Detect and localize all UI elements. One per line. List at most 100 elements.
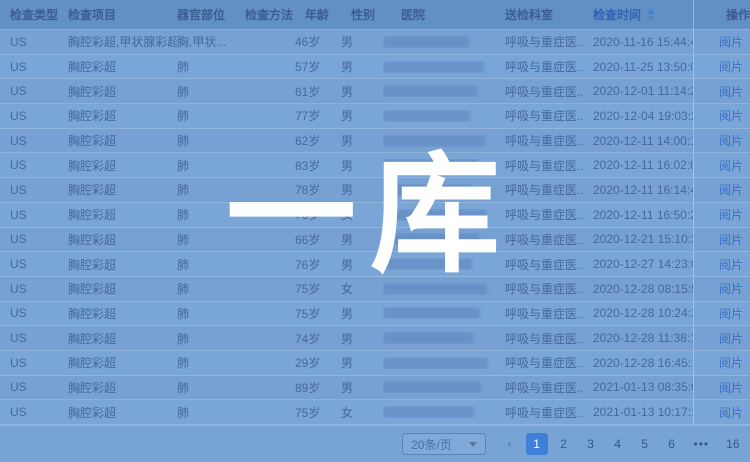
col-header-exam-time[interactable]: 检查时间	[583, 6, 693, 23]
cell-exam-time: 2020-12-04 19:03:24	[583, 109, 693, 123]
redacted-hospital-name	[383, 110, 470, 122]
cell-exam-item: 胸腔彩超	[68, 231, 177, 248]
cell-exam-time: 2020-12-11 16:50:25	[583, 208, 693, 222]
cell-exam-type: US	[10, 282, 68, 296]
cell-exam-type: US	[10, 356, 68, 370]
view-images-link[interactable]: 阅片	[719, 305, 743, 322]
cell-exam-time: 2020-12-28 10:24:30	[583, 306, 693, 320]
cell-operation: 阅片	[693, 302, 750, 326]
cell-exam-time: 2020-12-11 16:02:05	[583, 158, 693, 172]
view-images-link[interactable]: 阅片	[719, 330, 743, 347]
cell-organ: 肺	[177, 58, 245, 75]
cell-hospital	[383, 406, 491, 418]
cell-department: 呼吸与重症医...	[491, 305, 583, 322]
cell-hospital	[383, 283, 491, 295]
cell-exam-time: 2020-12-01 11:14:21	[583, 84, 693, 98]
view-images-link[interactable]: 阅片	[719, 379, 743, 396]
page-button-6[interactable]: 6	[661, 433, 683, 455]
cell-sex: 男	[341, 305, 383, 322]
table-row[interactable]: US 胸腔彩超 肺 75岁 男 呼吸与重症医... 2020-12-28 10:…	[0, 302, 750, 327]
cell-department: 呼吸与重症医...	[491, 107, 583, 124]
redacted-hospital-name	[383, 85, 477, 97]
page-button-4[interactable]: 4	[607, 433, 629, 455]
cell-organ: 肺	[177, 354, 245, 371]
cell-hospital	[383, 36, 491, 48]
cell-exam-type: US	[10, 232, 68, 246]
cell-sex: 男	[341, 354, 383, 371]
page-button-1[interactable]: 1	[526, 433, 548, 455]
view-images-link[interactable]: 阅片	[719, 83, 743, 100]
table-row[interactable]: US 胸腔彩超 肺 83岁 男 呼吸与重症医... 2020-12-11 16:…	[0, 153, 750, 178]
sort-descending-icon[interactable]	[647, 16, 655, 21]
cell-organ: 肺	[177, 280, 245, 297]
page-button-3[interactable]: 3	[580, 433, 602, 455]
table-row[interactable]: US 胸腔彩超 肺 74岁 男 呼吸与重症医... 2020-12-28 11:…	[0, 326, 750, 351]
cell-exam-item: 胸腔彩超	[68, 256, 177, 273]
cell-exam-time: 2020-12-21 15:10:33	[583, 232, 693, 246]
cell-sex: 女	[341, 280, 383, 297]
table-row[interactable]: US 胸腔彩超 肺 89岁 男 呼吸与重症医... 2021-01-13 08:…	[0, 376, 750, 401]
table-row[interactable]: US 胸腔彩超 肺 76岁 男 呼吸与重症医... 2020-12-27 14:…	[0, 252, 750, 277]
page-button-2[interactable]: 2	[553, 433, 575, 455]
cell-exam-type: US	[10, 208, 68, 222]
cell-organ: 肺	[177, 404, 245, 421]
view-images-link[interactable]: 阅片	[719, 132, 743, 149]
cell-department: 呼吸与重症医...	[491, 33, 583, 50]
pagination-bar: 20条/页 ‹ 123456•••16	[0, 425, 750, 462]
sort-ascending-icon[interactable]	[647, 9, 655, 14]
table-row[interactable]: US 胸腔彩超 肺 75岁 女 呼吸与重症医... 2021-01-13 10:…	[0, 400, 750, 425]
view-images-link[interactable]: 阅片	[719, 33, 743, 50]
cell-operation: 阅片	[693, 228, 750, 252]
cell-age: 83岁	[295, 157, 341, 174]
col-header-exam-type: 检查类型	[10, 6, 68, 23]
view-images-link[interactable]: 阅片	[719, 157, 743, 174]
page-button-16[interactable]: 16	[720, 433, 745, 455]
table-row[interactable]: US 胸腔彩超 肺 75岁 女 呼吸与重症医... 2020-12-28 08:…	[0, 277, 750, 302]
cell-operation: 阅片	[693, 252, 750, 276]
page-size-select[interactable]: 20条/页	[402, 433, 486, 455]
cell-organ: 肺	[177, 157, 245, 174]
cell-operation: 阅片	[693, 55, 750, 79]
view-images-link[interactable]: 阅片	[719, 404, 743, 421]
col-header-hospital: 医院	[383, 6, 491, 23]
table-row[interactable]: US 胸腔彩超 肺 62岁 男 呼吸与重症医... 2020-12-11 14:…	[0, 129, 750, 154]
view-images-link[interactable]: 阅片	[719, 256, 743, 273]
view-images-link[interactable]: 阅片	[719, 107, 743, 124]
page-button-5[interactable]: 5	[634, 433, 656, 455]
redacted-hospital-name	[383, 258, 472, 270]
view-images-link[interactable]: 阅片	[719, 231, 743, 248]
table-row[interactable]: US 胸腔彩超 肺 77岁 男 呼吸与重症医... 2020-12-04 19:…	[0, 104, 750, 129]
cell-department: 呼吸与重症医...	[491, 379, 583, 396]
cell-sex: 男	[341, 330, 383, 347]
more-pages-button[interactable]: •••	[688, 433, 716, 455]
cell-operation: 阅片	[693, 153, 750, 177]
table-header: 检查类型 检查项目 器官部位 检查方法 年龄 性别 医院 送检科室 检查时间 操…	[0, 0, 750, 30]
cell-exam-time: 2020-12-28 16:45:18	[583, 356, 693, 370]
cell-operation: 阅片	[693, 79, 750, 103]
view-images-link[interactable]: 阅片	[719, 354, 743, 371]
table-row[interactable]: US 胸腔彩超,甲状腺彩超 胸,甲状... 46岁 男 呼吸与重症医... 20…	[0, 30, 750, 55]
cell-age: 89岁	[295, 379, 341, 396]
cell-organ: 胸,甲状...	[177, 33, 245, 50]
page-size-value: 20条/页	[411, 436, 452, 453]
table-row[interactable]: US 胸腔彩超 肺 61岁 男 呼吸与重症医... 2020-12-01 11:…	[0, 79, 750, 104]
view-images-link[interactable]: 阅片	[719, 58, 743, 75]
cell-sex: 男	[341, 157, 383, 174]
table-row[interactable]: US 胸腔彩超 肺 76岁 女 呼吸与重症医... 2020-12-11 16:…	[0, 203, 750, 228]
table-row[interactable]: US 胸腔彩超 肺 29岁 男 呼吸与重症医... 2020-12-28 16:…	[0, 351, 750, 376]
cell-exam-type: US	[10, 331, 68, 345]
prev-page-button[interactable]: ‹	[499, 433, 521, 455]
cell-department: 呼吸与重症医...	[491, 83, 583, 100]
cell-organ: 肺	[177, 83, 245, 100]
table-row[interactable]: US 胸腔彩超 肺 66岁 男 呼吸与重症医... 2020-12-21 15:…	[0, 228, 750, 253]
cell-age: 62岁	[295, 132, 341, 149]
table-row[interactable]: US 胸腔彩超 肺 78岁 男 呼吸与重症医... 2020-12-11 16:…	[0, 178, 750, 203]
view-images-link[interactable]: 阅片	[719, 206, 743, 223]
cell-hospital	[383, 61, 491, 73]
view-images-link[interactable]: 阅片	[719, 280, 743, 297]
table-row[interactable]: US 胸腔彩超 肺 57岁 男 呼吸与重症医... 2020-11-25 13:…	[0, 55, 750, 80]
sort-caret-icon[interactable]	[647, 9, 655, 21]
cell-exam-time: 2020-11-16 15:44:49	[583, 35, 693, 49]
cell-sex: 男	[341, 58, 383, 75]
view-images-link[interactable]: 阅片	[719, 181, 743, 198]
